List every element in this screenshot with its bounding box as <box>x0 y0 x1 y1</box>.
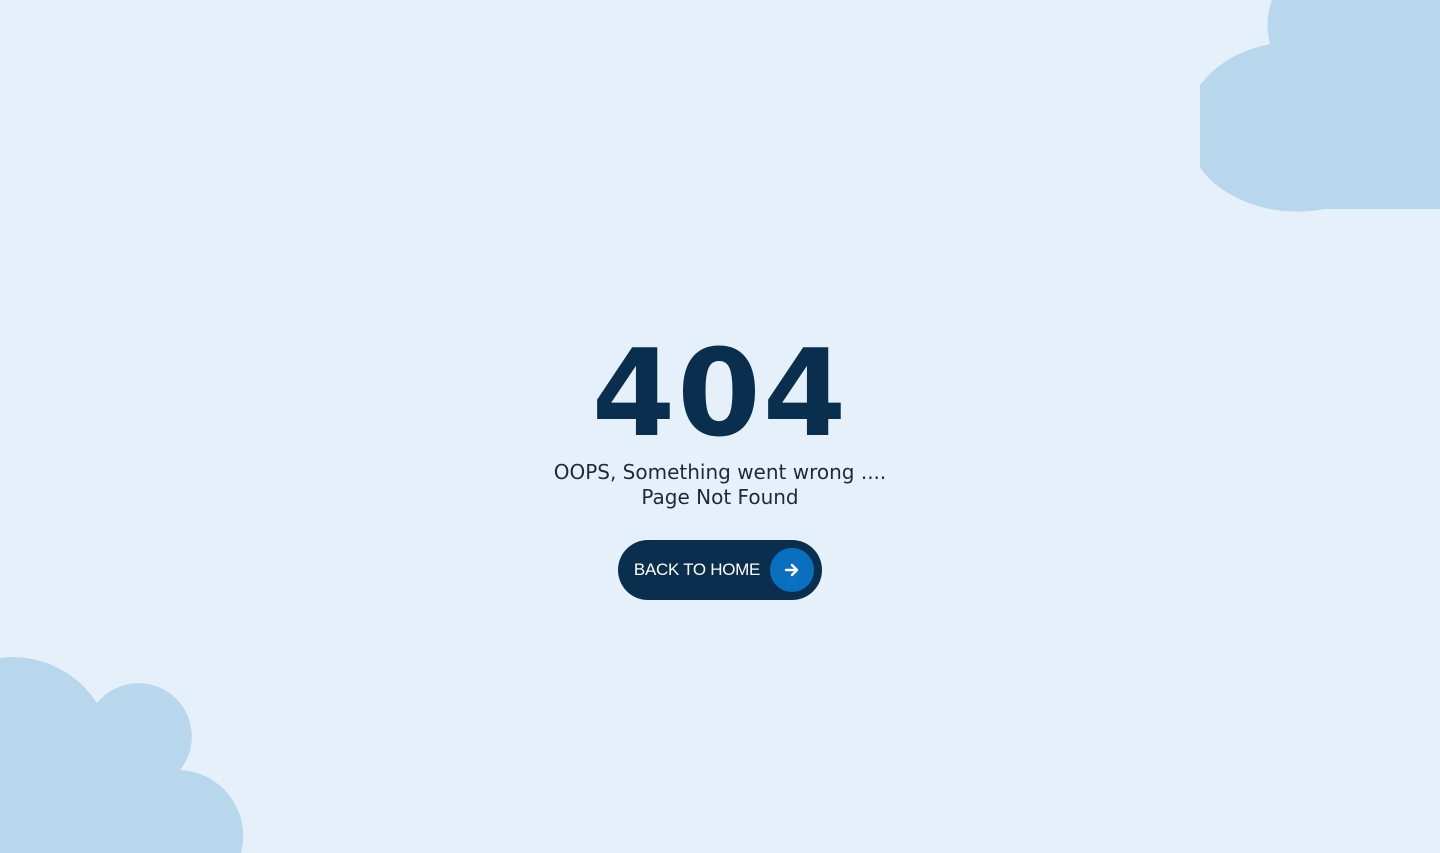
error-code: 404 <box>591 325 849 464</box>
cloud-decoration-bottom-left <box>0 657 244 853</box>
error-message: OOPS, Something went wrong .... Page Not… <box>554 460 887 510</box>
cloud-decoration-top-right <box>1200 0 1440 212</box>
error-message-line1: OOPS, Something went wrong .... <box>553 460 887 484</box>
error-content: 404 OOPS, Something went wrong .... Page… <box>0 330 1440 600</box>
back-to-home-button[interactable]: BACK TO HOME <box>617 540 823 600</box>
error-message-line2: Page Not Found <box>641 485 799 509</box>
arrow-right-icon <box>770 548 815 592</box>
back-to-home-label: BACK TO HOME <box>633 560 761 579</box>
